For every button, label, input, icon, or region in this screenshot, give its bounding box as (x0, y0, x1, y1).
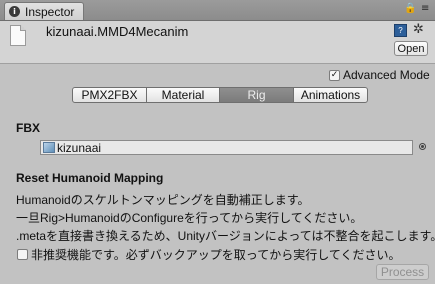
lock-icon[interactable]: 🔒 (404, 3, 416, 14)
backup-warning-toggle[interactable]: 非推奨機能です。必ずバックアップを取ってから実行してください。 (17, 246, 400, 263)
tab-animations[interactable]: Animations (293, 87, 368, 103)
tab-inspector[interactable]: i Inspector (4, 2, 84, 20)
tab-bar: i Inspector 🔒 ≡ (0, 0, 435, 21)
mapping-line-3: .metaを直接書き換えるため、Unityバージョンによっては不整合を起こします… (16, 229, 435, 243)
advanced-mode-toggle[interactable]: ✓ Advanced Mode (329, 68, 430, 82)
info-icon: i (9, 6, 20, 17)
advanced-mode-label: Advanced Mode (343, 68, 430, 82)
process-button[interactable]: Process (376, 264, 429, 280)
backup-warning-label: 非推奨機能です。必ずバックアップを取ってから実行してください。 (31, 248, 401, 262)
tab-material[interactable]: Material (146, 87, 220, 103)
backup-warning-checkbox[interactable] (17, 249, 28, 260)
fbx-value: kizunaai (57, 140, 102, 155)
mapping-line-1: Humanoidのスケルトンマッピングを自動補正します。 (16, 193, 310, 207)
object-picker-icon[interactable] (419, 143, 426, 150)
advanced-mode-checkbox[interactable]: ✓ (329, 69, 340, 81)
gear-icon[interactable]: ✲ (413, 22, 424, 37)
fbx-heading: FBX (16, 121, 40, 135)
help-icon[interactable]: ? (394, 24, 407, 37)
importer-tabs: PMX2FBX Material Rig Animations (72, 87, 368, 103)
tab-rig[interactable]: Rig (219, 87, 294, 103)
asset-title: kizunaai.MMD4Mecanim (46, 24, 189, 39)
open-button[interactable]: Open (394, 41, 428, 56)
model-icon (43, 142, 55, 153)
tab-label: Inspector (25, 4, 75, 19)
tab-pmx2fbx[interactable]: PMX2FBX (72, 87, 147, 103)
fbx-object-field[interactable]: kizunaai (40, 140, 413, 155)
reset-mapping-heading: Reset Humanoid Mapping (16, 171, 164, 185)
file-icon (10, 25, 26, 46)
mapping-line-2: 一旦Rig>HumanoidのConfigureを行ってから実行してください。 (16, 211, 363, 225)
asset-header: kizunaai.MMD4Mecanim ? ✲ Open (0, 21, 435, 64)
menu-icon[interactable]: ≡ (421, 3, 429, 14)
